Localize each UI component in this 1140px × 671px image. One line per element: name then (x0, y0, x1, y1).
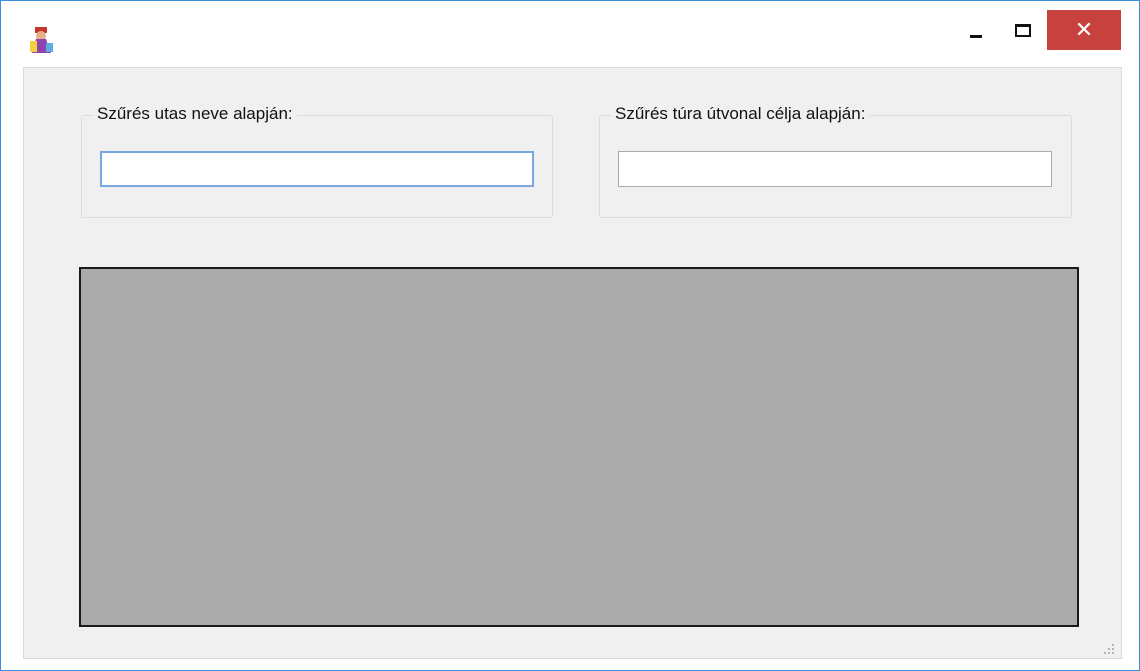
route-destination-filter-label: Szűrés túra útvonal célja alapján: (611, 104, 870, 124)
minimize-button[interactable] (956, 10, 996, 50)
form-client-area: Szűrés utas neve alapján: Szűrés túra út… (23, 67, 1122, 659)
data-grid[interactable] (79, 267, 1079, 627)
title-bar[interactable]: ✕ (1, 1, 1139, 67)
passenger-name-filter-input[interactable] (100, 151, 534, 187)
route-destination-filter-group: Szűrés túra útvonal célja alapján: (599, 104, 1072, 218)
app-icon[interactable] (26, 23, 58, 55)
close-icon: ✕ (1074, 17, 1094, 42)
passenger-name-filter-group: Szűrés utas neve alapján: (81, 104, 553, 218)
close-button[interactable]: ✕ (1047, 10, 1121, 50)
route-destination-filter-input[interactable] (618, 151, 1052, 187)
maximize-icon (1015, 23, 1031, 37)
resize-grip-icon[interactable] (1103, 642, 1115, 654)
passenger-name-filter-label: Szűrés utas neve alapján: (93, 104, 297, 124)
maximize-button[interactable] (1003, 10, 1043, 50)
main-window: ✕ Szűrés utas neve alapján: Szűrés túra … (0, 0, 1140, 671)
minimize-icon (970, 34, 982, 38)
